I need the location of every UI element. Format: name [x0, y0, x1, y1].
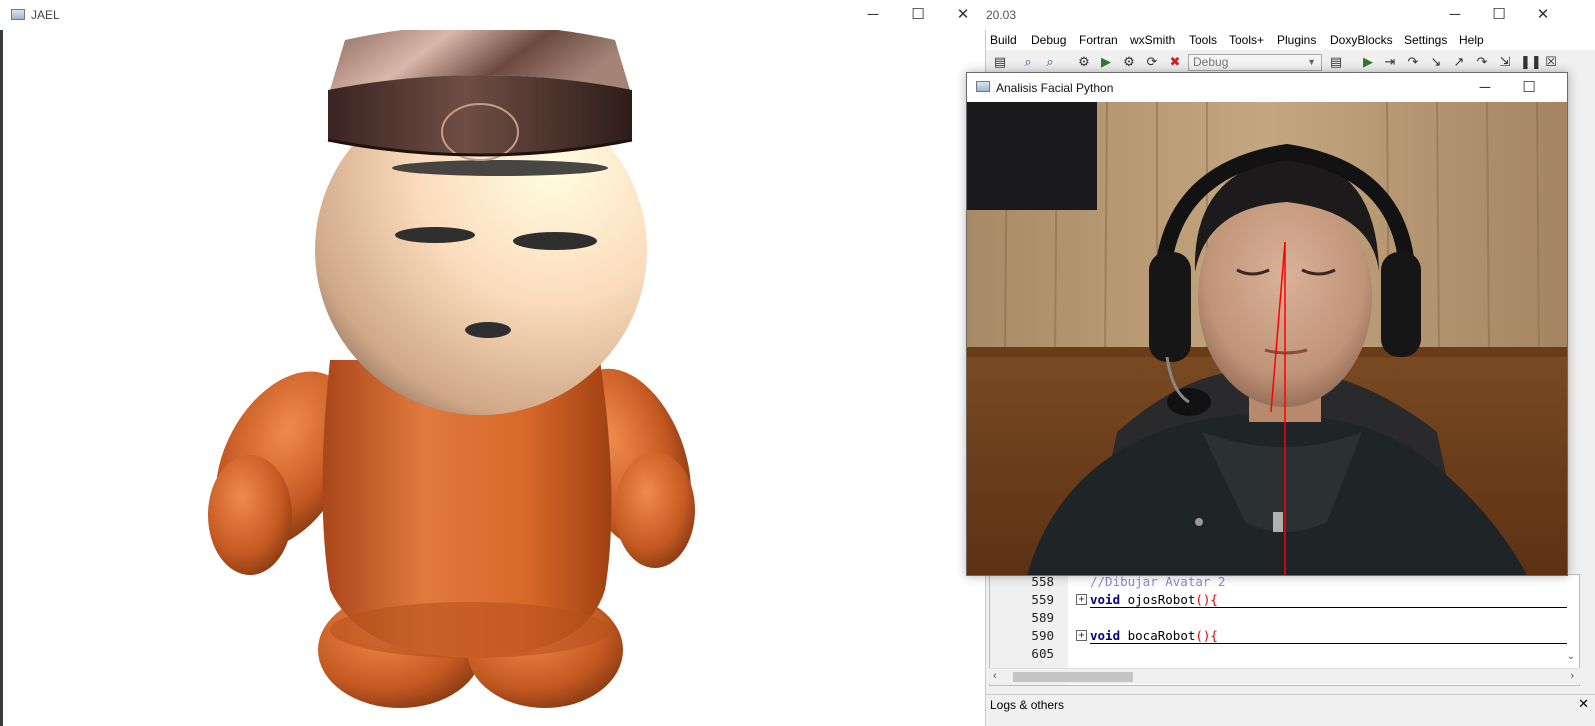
facial-analysis-window: Analisis Facial Python ─ ☐: [966, 72, 1568, 576]
close-button[interactable]: ✕: [1521, 4, 1565, 26]
close-logs-button[interactable]: ✕: [1578, 696, 1589, 712]
run-icon[interactable]: ▶: [1098, 54, 1114, 70]
next-line-icon[interactable]: ↷: [1405, 54, 1421, 70]
menu-debug[interactable]: Debug: [1031, 33, 1066, 47]
chevron-down-icon: ▼: [1307, 57, 1316, 67]
webcam-feed: [967, 102, 1567, 575]
menu-bar: Build Debug Fortran wxSmith Tools Tools+…: [986, 30, 1595, 50]
line-number: 589: [1031, 610, 1054, 625]
avatar-hat: [327, 30, 633, 161]
replace-icon[interactable]: ⌕: [1042, 54, 1058, 70]
scroll-down-icon[interactable]: ⌄: [1567, 651, 1575, 662]
line-number: 559: [1031, 592, 1054, 607]
menu-wxsmith[interactable]: wxSmith: [1130, 33, 1175, 47]
codeblocks-titlebar[interactable]: 20.03 ─ ☐ ✕: [986, 0, 1595, 30]
app-window-icon: [976, 81, 990, 92]
maximize-button[interactable]: ☐: [896, 4, 940, 26]
pause-icon[interactable]: ❚❚: [1520, 54, 1542, 70]
scroll-right-icon[interactable]: ›: [1570, 670, 1574, 682]
facial-analysis-title: Analisis Facial Python: [996, 81, 1114, 95]
fold-expand-icon[interactable]: +: [1076, 630, 1087, 641]
code-line: 589: [990, 609, 1579, 627]
build-target-select[interactable]: Debug ▼: [1188, 54, 1322, 71]
codeblocks-window-title: 20.03: [986, 8, 1017, 22]
show-select-target-icon[interactable]: ▤: [1328, 54, 1344, 70]
menu-doxyblocks[interactable]: DoxyBlocks: [1330, 33, 1393, 47]
jael-window: JAEL ─ ☐ ✕: [0, 0, 986, 726]
avatar-right-eye: [513, 232, 597, 250]
logs-panel-header: Logs & others ✕: [986, 694, 1595, 713]
code-line: 590 + void bocaRobot(){: [990, 627, 1579, 645]
find-icon[interactable]: ⌕: [1020, 54, 1036, 70]
jael-window-title: JAEL: [31, 8, 60, 22]
step-into-icon[interactable]: ↘: [1428, 54, 1444, 70]
step-out-icon[interactable]: ↗: [1451, 54, 1467, 70]
paste-icon[interactable]: ▤: [992, 54, 1008, 70]
jael-titlebar[interactable]: JAEL ─ ☐ ✕: [0, 0, 986, 30]
maximize-button[interactable]: ☐: [1507, 77, 1551, 99]
minimize-button[interactable]: ─: [1433, 4, 1477, 26]
run-to-cursor-icon[interactable]: ⇥: [1382, 54, 1398, 70]
fold-line: [1090, 607, 1567, 608]
debug-continue-icon[interactable]: ▶: [1360, 54, 1376, 70]
stop-debug-icon[interactable]: ☒: [1543, 54, 1559, 70]
menu-tools[interactable]: Tools: [1189, 33, 1217, 47]
minimize-button[interactable]: ─: [1463, 77, 1507, 99]
avatar-mouth: [465, 322, 511, 338]
fold-expand-icon[interactable]: +: [1076, 594, 1087, 605]
fold-line: [1090, 643, 1567, 644]
menu-build[interactable]: Build: [990, 33, 1017, 47]
maximize-button[interactable]: ☐: [1477, 4, 1521, 26]
avatar-3d-viewport[interactable]: [0, 30, 986, 726]
abort-icon[interactable]: ✖: [1167, 54, 1183, 70]
horizontal-scrollbar[interactable]: ‹ ›: [989, 668, 1580, 684]
code-line: 558 //Dibujar Avatar 2: [990, 574, 1579, 591]
menu-settings[interactable]: Settings: [1404, 33, 1447, 47]
build-run-icon[interactable]: ⚙: [1121, 54, 1137, 70]
line-number: 558: [1031, 574, 1054, 589]
step-into-instruction-icon[interactable]: ⇲: [1497, 54, 1513, 70]
menu-plugins[interactable]: Plugins: [1277, 33, 1316, 47]
close-button[interactable]: ✕: [941, 4, 985, 26]
rebuild-icon[interactable]: ⟳: [1144, 54, 1160, 70]
line-number: 590: [1031, 628, 1054, 643]
avatar-left-eye: [395, 227, 475, 243]
app-window-icon: [11, 9, 25, 20]
build-target-value: Debug: [1193, 55, 1229, 69]
code-line: 605: [990, 645, 1579, 663]
menu-fortran[interactable]: Fortran: [1079, 33, 1118, 47]
next-instruction-icon[interactable]: ↷: [1474, 54, 1490, 70]
build-gear-icon[interactable]: ⚙: [1076, 54, 1092, 70]
scrollbar-thumb[interactable]: [1013, 672, 1133, 682]
logs-panel-title: Logs & others: [990, 698, 1065, 712]
minimize-button[interactable]: ─: [851, 4, 895, 26]
menu-help[interactable]: Help: [1459, 33, 1484, 47]
code-line: 559 + void ojosRobot(){: [990, 591, 1579, 609]
menu-tools-plus[interactable]: Tools+: [1229, 33, 1264, 47]
scroll-left-icon[interactable]: ‹: [993, 670, 997, 682]
code-text: //Dibujar Avatar 2: [1090, 574, 1226, 589]
facial-analysis-titlebar[interactable]: Analisis Facial Python ─ ☐: [967, 73, 1567, 102]
line-number: 605: [1031, 646, 1054, 661]
toolbar: ▤ ⌕ ⌕ ⚙ ▶ ⚙ ⟳ ✖ Debug ▼ ▤ ▶ ⇥ ↷ ↘ ↗ ↷ ⇲ …: [986, 51, 1595, 73]
